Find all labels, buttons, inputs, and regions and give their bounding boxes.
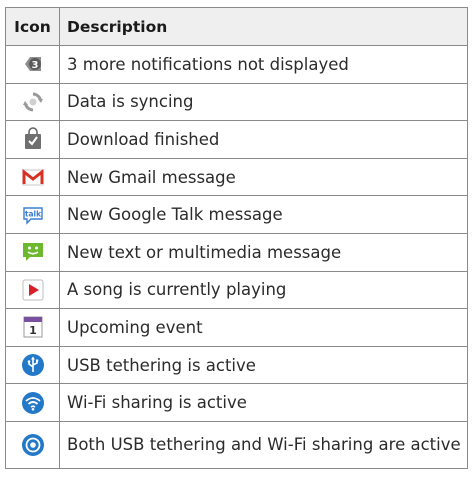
notification-icons-table: Icon Description 3 3 more notifications … [5, 7, 468, 469]
wifi-sharing-icon [21, 391, 45, 415]
table-row: A song is currently playing [5, 270, 468, 310]
row-description: New text or multimedia message [59, 232, 468, 272]
row-description: 3 more notifications not displayed [59, 45, 468, 84]
row-description: New Google Talk message [59, 195, 468, 234]
table-row: Wi-Fi sharing is active [5, 383, 468, 422]
header-icon: Icon [5, 7, 60, 46]
row-description: Upcoming event [59, 308, 468, 347]
table-row: 3 3 more notifications not displayed [5, 45, 468, 84]
table-row: USB tethering is active [5, 345, 468, 385]
gmail-icon [21, 165, 45, 189]
usb-tethering-icon [21, 353, 45, 377]
usb-wifi-sharing-icon [21, 433, 45, 457]
row-description: Data is syncing [59, 82, 468, 122]
header-description: Description [59, 7, 468, 46]
row-description: USB tethering is active [59, 345, 468, 385]
calendar-event-icon: 1 [21, 315, 45, 339]
song-playing-icon [21, 278, 45, 302]
calendar-day: 1 [29, 324, 37, 337]
table-row: New text or multimedia message [5, 232, 468, 272]
table-header-row: Icon Description [5, 7, 468, 46]
text-message-icon [21, 240, 45, 264]
more-notifications-icon: 3 [21, 52, 45, 76]
sync-icon [21, 90, 45, 114]
row-description: Wi-Fi sharing is active [59, 383, 468, 422]
row-description: Both USB tethering and Wi-Fi sharing are… [59, 420, 468, 469]
table-row: Download finished [5, 120, 468, 159]
download-finished-icon [21, 127, 45, 151]
table-row: Data is syncing [5, 82, 468, 122]
more-notifications-count: 3 [31, 60, 38, 71]
table-row: Both USB tethering and Wi-Fi sharing are… [5, 420, 468, 469]
talk-label: talk [24, 209, 41, 218]
table-row: New Gmail message [5, 157, 468, 197]
table-row: 1 Upcoming event [5, 308, 468, 347]
row-description: A song is currently playing [59, 270, 468, 310]
row-description: Download finished [59, 120, 468, 159]
google-talk-icon: talk [21, 203, 45, 227]
row-description: New Gmail message [59, 157, 468, 197]
table-row: talk New Google Talk message [5, 195, 468, 234]
